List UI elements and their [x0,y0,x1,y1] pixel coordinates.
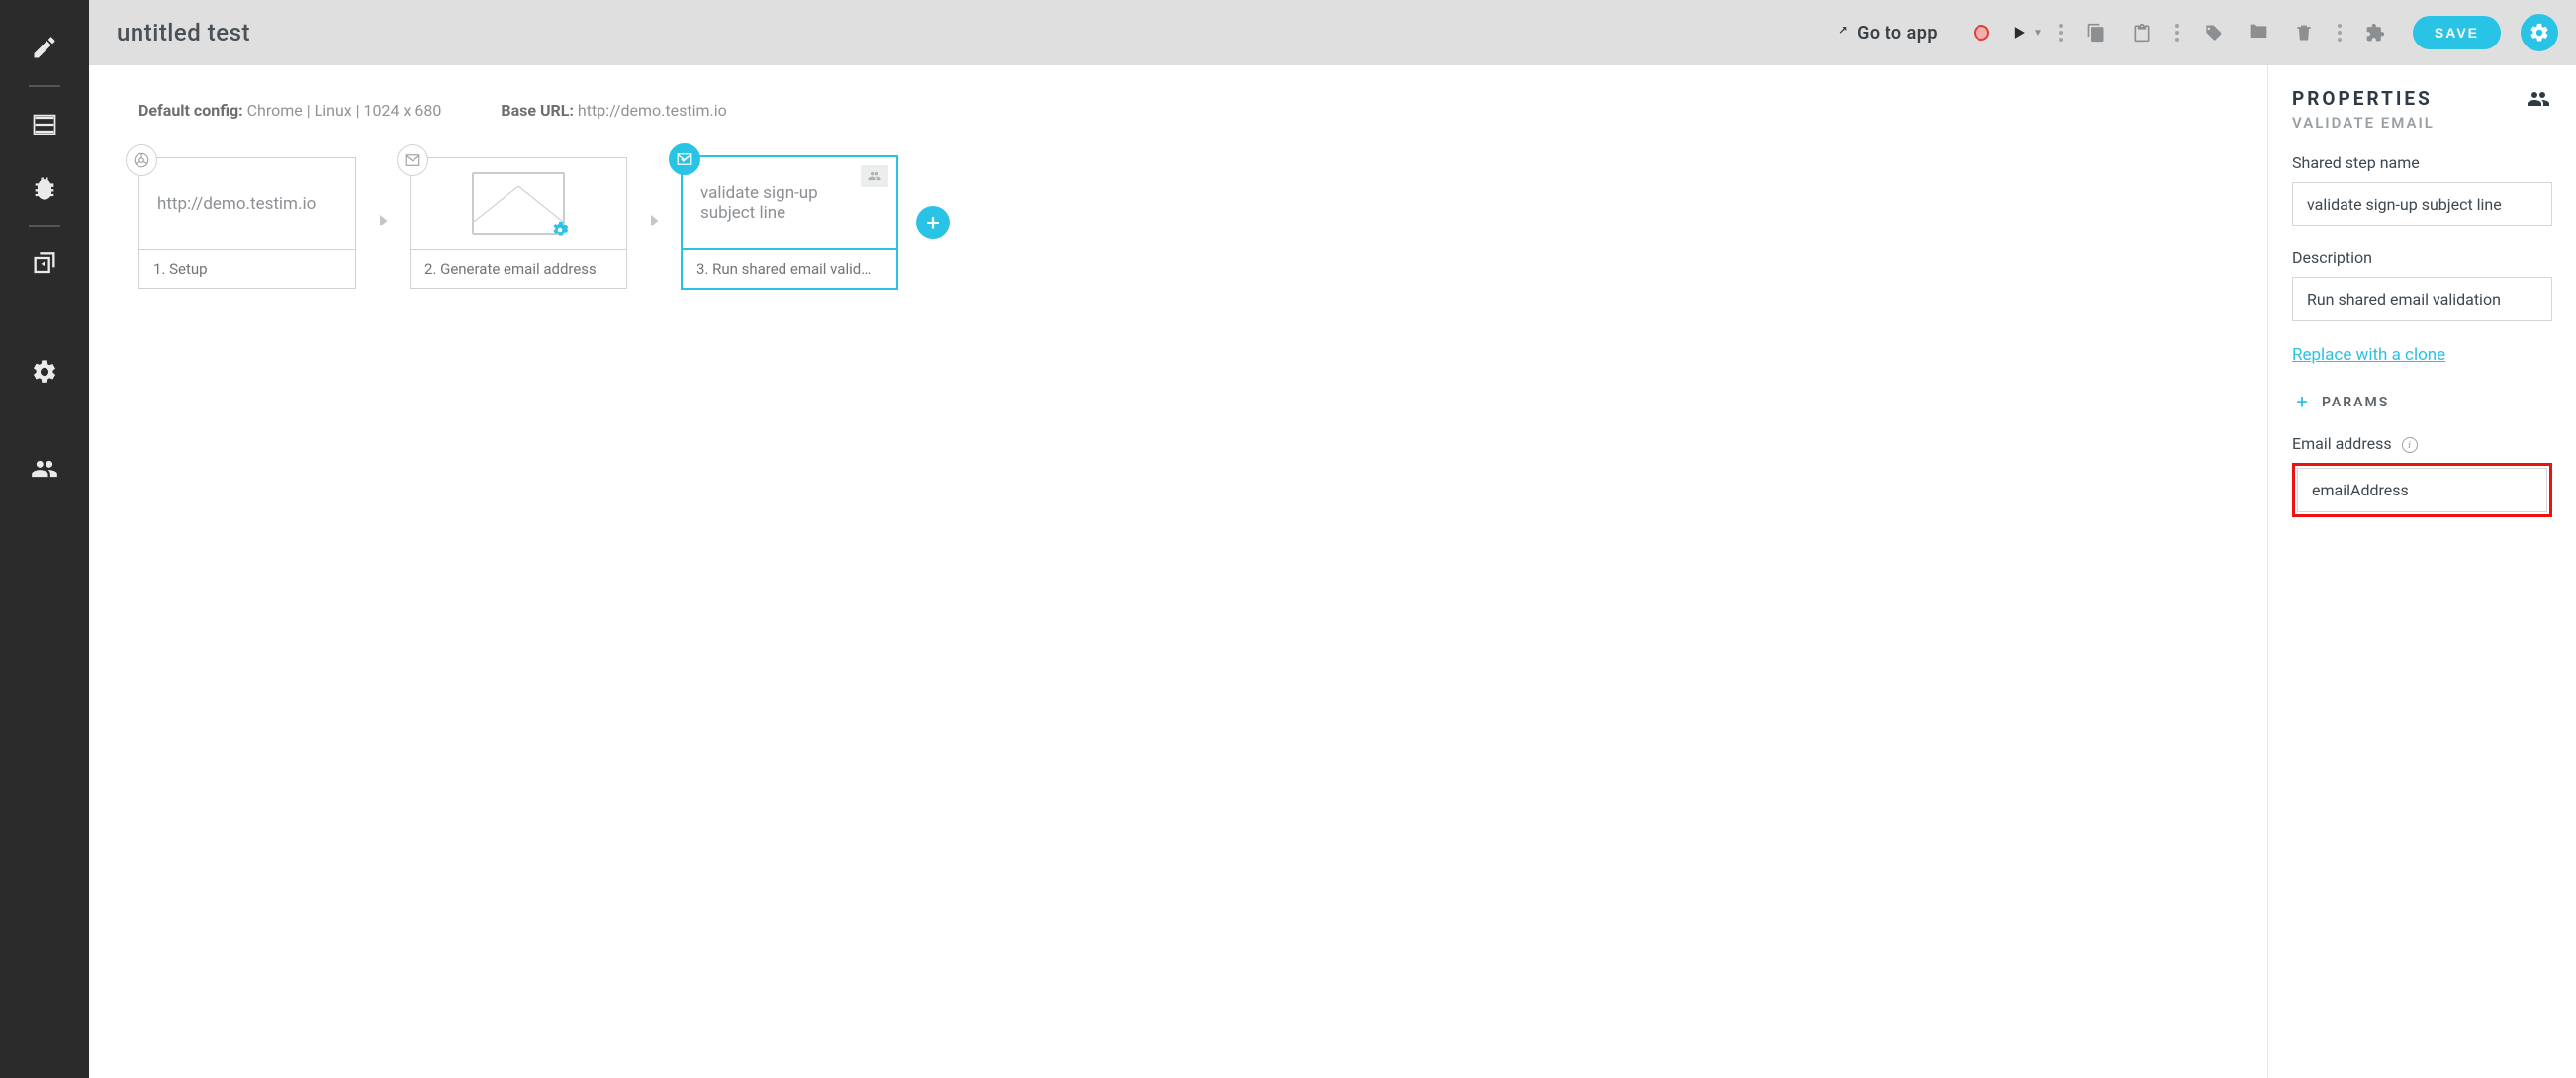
step-badge-validate [669,143,700,175]
steps-row: http://demo.testim.io 1. Setup [138,155,2218,290]
left-sidebar [0,0,89,1078]
envelope-gear-icon [549,220,571,241]
sidebar-library[interactable] [15,235,74,295]
topbar: untitled test Go to app ▼ SAVE [89,0,2576,65]
step-footer: 2. Generate email address [411,249,626,288]
gear-icon [31,358,58,386]
default-config-label: Default config: [138,101,243,120]
mail-icon [404,151,421,169]
properties-header: PROPERTIES VALIDATE EMAIL [2292,87,2552,132]
toolbar-menu-3[interactable] [2332,24,2347,42]
folder-button[interactable] [2241,15,2276,50]
copy-icon [2086,23,2106,43]
sidebar-team[interactable] [15,439,74,498]
sidebar-edit[interactable] [15,18,74,77]
test-title[interactable]: untitled test [117,19,1823,46]
tag-icon [2203,23,2223,43]
email-address-label: Email address i [2292,434,2552,453]
step-badge-mail [397,144,428,176]
delete-button[interactable] [2286,15,2322,50]
step-card-generate-email[interactable]: 2. Generate email address [410,157,627,289]
play-button[interactable]: ▼ [2009,23,2043,43]
people-icon [866,169,883,183]
paste-button[interactable] [2124,15,2160,50]
base-url-label: Base URL: [501,101,574,120]
external-link-icon [1833,25,1849,41]
step-arrow [645,207,663,238]
description-label: Description [2292,248,2552,267]
params-toggle[interactable]: + PARAMS [2292,393,2552,412]
bug-icon [31,174,58,202]
list-icon [31,111,58,138]
extension-button[interactable] [2357,15,2393,50]
properties-subtitle: VALIDATE EMAIL [2292,114,2435,132]
people-icon [31,455,58,483]
properties-pointer [2525,65,2548,67]
step-badge-chrome [126,144,157,176]
sidebar-divider [29,85,60,87]
mail-check-icon [676,150,693,168]
shared-indicator [861,165,888,187]
clipboard-icon [2132,23,2152,43]
workwrap: Default config: Chrome | Linux | 1024 x … [89,65,2576,1078]
replace-clone-link[interactable]: Replace with a clone [2292,345,2445,365]
step-arrow [374,207,392,238]
sidebar-divider [29,225,60,227]
step-footer: 3. Run shared email valid… [683,248,896,288]
base-url: Base URL: http://demo.testim.io [501,101,726,120]
save-button[interactable]: SAVE [2413,16,2501,49]
default-config-value: Chrome | Linux | 1024 x 680 [247,101,442,120]
folder-icon [2249,23,2268,43]
description-input[interactable] [2292,277,2552,321]
play-dropdown-caret[interactable]: ▼ [2033,28,2043,39]
record-button[interactable] [1964,15,1999,50]
trash-icon [2294,23,2314,43]
add-step-button[interactable]: + [916,206,950,239]
sidebar-bug[interactable] [15,158,74,218]
properties-shared-icon[interactable] [2525,87,2552,115]
tag-button[interactable] [2195,15,2231,50]
step-card-setup[interactable]: http://demo.testim.io 1. Setup [138,157,356,289]
info-icon[interactable]: i [2402,437,2418,453]
envelope-icon [472,172,565,235]
pencil-icon [31,34,58,61]
properties-title: PROPERTIES [2292,87,2435,110]
toolbar-menu-1[interactable] [2053,24,2069,42]
shared-name-input[interactable] [2292,182,2552,226]
step-body: http://demo.testim.io [139,158,355,249]
people-icon [2525,87,2552,111]
properties-panel: PROPERTIES VALIDATE EMAIL Shared step na… [2267,65,2576,1078]
library-icon [31,251,58,279]
sidebar-settings[interactable] [15,342,74,402]
sidebar-list[interactable] [15,95,74,154]
chrome-icon [133,151,150,169]
step-footer: 1. Setup [139,249,355,288]
goto-app-link[interactable]: Go to app [1833,23,1938,44]
step-body [411,158,626,249]
gear-icon [2529,22,2550,44]
plus-icon: + [2292,393,2312,412]
play-icon [2009,23,2029,43]
puzzle-icon [2365,23,2385,43]
properties-toggle[interactable] [2521,14,2558,51]
toolbar-menu-2[interactable] [2169,24,2185,42]
shared-name-label: Shared step name [2292,153,2552,172]
default-config: Default config: Chrome | Linux | 1024 x … [138,101,441,120]
record-icon [1974,25,1989,41]
config-line: Default config: Chrome | Linux | 1024 x … [138,101,2218,120]
email-address-highlight [2292,463,2552,517]
copy-button[interactable] [2078,15,2114,50]
main-column: untitled test Go to app ▼ SAVE [89,0,2576,1078]
base-url-value: http://demo.testim.io [578,101,727,120]
email-address-input[interactable] [2297,468,2547,512]
canvas: Default config: Chrome | Linux | 1024 x … [89,65,2267,1078]
params-label: PARAMS [2322,395,2389,410]
goto-app-label: Go to app [1857,23,1938,44]
step-card-validate-email[interactable]: validate sign-up subject line 3. Run sha… [681,155,898,290]
